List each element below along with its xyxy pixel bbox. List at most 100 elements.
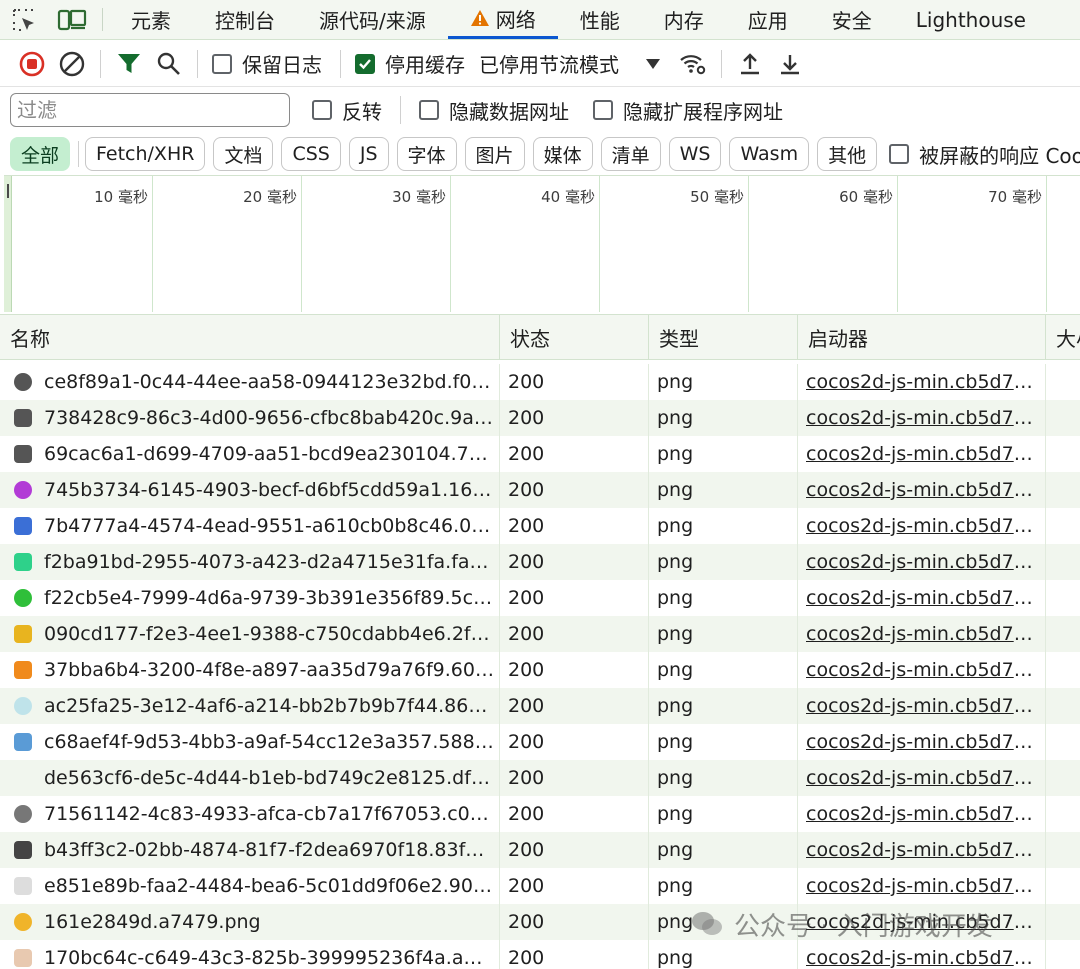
cell-initiator[interactable]: cocos2d-js-min.cb5d7.j... xyxy=(798,472,1046,508)
initiator-link[interactable]: cocos2d-js-min.cb5d7.j... xyxy=(806,443,1038,465)
initiator-link[interactable]: cocos2d-js-min.cb5d7.j... xyxy=(806,767,1038,789)
cell-initiator[interactable]: cocos2d-js-min.cb5d7.j... xyxy=(798,652,1046,688)
cell-name[interactable]: 7b4777a4-4574-4ead-9551-a610cb0b8c46.03b… xyxy=(0,508,500,544)
cell-initiator[interactable]: cocos2d-js-min.cb5d7.j... xyxy=(798,364,1046,400)
initiator-link[interactable]: cocos2d-js-min.cb5d7.j... xyxy=(806,515,1038,537)
table-row[interactable]: e851e89b-faa2-4484-bea6-5c01dd9f06e2.90c… xyxy=(0,868,1080,904)
type-chip-6[interactable]: 图片 xyxy=(464,137,525,171)
table-row[interactable]: f2ba91bd-2955-4073-a423-d2a4715e31fa.fa6… xyxy=(0,544,1080,580)
network-conditions-button[interactable] xyxy=(673,44,713,84)
initiator-link[interactable]: cocos2d-js-min.cb5d7.j... xyxy=(806,947,1038,969)
cell-initiator[interactable]: cocos2d-js-min.cb5d7.j... xyxy=(798,580,1046,616)
preserve-log-checkbox[interactable] xyxy=(212,53,232,74)
cell-initiator[interactable]: cocos2d-js-min.cb5d7.j... xyxy=(798,436,1046,472)
preserve-log-toggle[interactable]: 保留日志 xyxy=(212,49,322,78)
cell-name[interactable]: 090cd177-f2e3-4ee1-9388-c750cdabb4e6.2f4… xyxy=(0,616,500,652)
cell-name[interactable]: 745b3734-6145-4903-becf-d6bf5cdd59a1.165… xyxy=(0,472,500,508)
tab-5[interactable]: 内存 xyxy=(642,0,726,39)
cell-initiator[interactable]: cocos2d-js-min.cb5d7.j... xyxy=(798,724,1046,760)
invert-toggle[interactable]: 反转 xyxy=(312,96,382,125)
throttling-dropdown[interactable] xyxy=(633,44,673,84)
cell-initiator[interactable]: cocos2d-js-min.cb5d7.j... xyxy=(798,508,1046,544)
initiator-link[interactable]: cocos2d-js-min.cb5d7.j... xyxy=(806,803,1038,825)
column-header-status[interactable]: 状态 xyxy=(500,315,649,359)
column-header-size[interactable]: 大小 xyxy=(1046,315,1080,359)
type-chip-1[interactable]: Fetch/XHR xyxy=(85,137,206,171)
type-chip-10[interactable]: Wasm xyxy=(729,137,810,171)
type-chip-11[interactable]: 其他 xyxy=(817,137,878,171)
table-row[interactable]: 7b4777a4-4574-4ead-9551-a610cb0b8c46.03b… xyxy=(0,508,1080,544)
disable-cache-checkbox[interactable] xyxy=(355,53,375,74)
table-row[interactable]: f22cb5e4-7999-4d6a-9739-3b391e356f89.5c1… xyxy=(0,580,1080,616)
initiator-link[interactable]: cocos2d-js-min.cb5d7.j... xyxy=(806,587,1038,609)
table-row[interactable]: 738428c9-86c3-4d00-9656-cfbc8bab420c.9a1… xyxy=(0,400,1080,436)
type-chip-3[interactable]: CSS xyxy=(281,137,341,171)
cell-name[interactable]: b43ff3c2-02bb-4874-81f7-f2dea6970f18.83f… xyxy=(0,832,500,868)
cell-initiator[interactable]: cocos2d-js-min.cb5d7.j... xyxy=(798,688,1046,724)
import-har-button[interactable] xyxy=(730,44,770,84)
type-chip-8[interactable]: 清单 xyxy=(600,137,661,171)
table-row[interactable]: 37bba6b4-3200-4f8e-a897-aa35d79a76f9.60a… xyxy=(0,652,1080,688)
tab-6[interactable]: 应用 xyxy=(726,0,810,39)
initiator-link[interactable]: cocos2d-js-min.cb5d7.j... xyxy=(806,731,1038,753)
table-row[interactable]: 71561142-4c83-4933-afca-cb7a17f67053.c06… xyxy=(0,796,1080,832)
column-header-initiator[interactable]: 启动器 xyxy=(798,315,1046,359)
hide-extension-urls-toggle[interactable]: 隐藏扩展程序网址 xyxy=(593,96,783,125)
cell-initiator[interactable]: cocos2d-js-min.cb5d7.j... xyxy=(798,868,1046,904)
cell-name[interactable]: ce8f89a1-0c44-44ee-aa58-0944123e32bd.f02… xyxy=(0,364,500,400)
initiator-link[interactable]: cocos2d-js-min.cb5d7.j... xyxy=(806,623,1038,645)
search-button[interactable] xyxy=(149,44,189,84)
record-button[interactable] xyxy=(12,44,52,84)
cell-name[interactable]: 170bc64c-c649-43c3-825b-399995236f4a.a2a… xyxy=(0,940,500,969)
initiator-link[interactable]: cocos2d-js-min.cb5d7.j... xyxy=(806,839,1038,861)
table-row[interactable]: de563cf6-de5c-4d44-b1eb-bd749c2e8125.df0… xyxy=(0,760,1080,796)
type-chip-7[interactable]: 媒体 xyxy=(532,137,593,171)
table-row[interactable]: 69cac6a1-d699-4709-aa51-bcd9ea230104.792… xyxy=(0,436,1080,472)
invert-checkbox[interactable] xyxy=(312,100,332,120)
cell-name[interactable]: 738428c9-86c3-4d00-9656-cfbc8bab420c.9a1… xyxy=(0,400,500,436)
export-har-button[interactable] xyxy=(770,44,810,84)
cell-name[interactable]: 37bba6b4-3200-4f8e-a897-aa35d79a76f9.60a… xyxy=(0,652,500,688)
cell-initiator[interactable]: cocos2d-js-min.cb5d7.j... xyxy=(798,616,1046,652)
cell-name[interactable]: 69cac6a1-d699-4709-aa51-bcd9ea230104.792… xyxy=(0,436,500,472)
hide-extension-urls-checkbox[interactable] xyxy=(593,100,613,120)
cell-initiator[interactable]: cocos2d-js-min.cb5d7.j... xyxy=(798,796,1046,832)
tab-1[interactable]: 控制台 xyxy=(193,0,297,39)
cell-name[interactable]: f22cb5e4-7999-4d6a-9739-3b391e356f89.5c1… xyxy=(0,580,500,616)
initiator-link[interactable]: cocos2d-js-min.cb5d7.j... xyxy=(806,551,1038,573)
timeline-overview[interactable]: 10 毫秒 20 毫秒 30 毫秒 40 毫秒 50 毫秒 60 毫秒 70 毫秒 xyxy=(4,175,1080,313)
filter-toggle-button[interactable] xyxy=(109,44,149,84)
tab-7[interactable]: 安全 xyxy=(810,0,894,39)
blocked-cookies-toggle[interactable]: 被屏蔽的响应 Cookie xyxy=(889,140,1080,169)
initiator-link[interactable]: cocos2d-js-min.cb5d7.j... xyxy=(806,695,1038,717)
cell-initiator[interactable]: cocos2d-js-min.cb5d7.j... xyxy=(798,760,1046,796)
table-row[interactable]: b43ff3c2-02bb-4874-81f7-f2dea6970f18.83f… xyxy=(0,832,1080,868)
hide-data-urls-checkbox[interactable] xyxy=(419,100,439,120)
column-header-type[interactable]: 类型 xyxy=(649,315,798,359)
hide-data-urls-toggle[interactable]: 隐藏数据网址 xyxy=(419,96,569,125)
cell-name[interactable]: de563cf6-de5c-4d44-b1eb-bd749c2e8125.df0… xyxy=(0,760,500,796)
tab-8[interactable]: Lighthouse xyxy=(894,0,1048,39)
type-chip-5[interactable]: 字体 xyxy=(396,137,457,171)
cell-name[interactable]: 71561142-4c83-4933-afca-cb7a17f67053.c06… xyxy=(0,796,500,832)
table-row[interactable]: c68aef4f-9d53-4bb3-a9af-54cc12e3a357.588… xyxy=(0,724,1080,760)
initiator-link[interactable]: cocos2d-js-min.cb5d7.j... xyxy=(806,479,1038,501)
cell-name[interactable]: f2ba91bd-2955-4073-a423-d2a4715e31fa.fa6… xyxy=(0,544,500,580)
table-row[interactable]: 745b3734-6145-4903-becf-d6bf5cdd59a1.165… xyxy=(0,472,1080,508)
initiator-link[interactable]: cocos2d-js-min.cb5d7.j... xyxy=(806,659,1038,681)
initiator-link[interactable]: cocos2d-js-min.cb5d7.j... xyxy=(806,371,1038,393)
cell-initiator[interactable]: cocos2d-js-min.cb5d7.j... xyxy=(798,400,1046,436)
initiator-link[interactable]: cocos2d-js-min.cb5d7.j... xyxy=(806,407,1038,429)
tab-2[interactable]: 源代码/来源 xyxy=(297,0,448,39)
throttling-select[interactable]: 已停用节流模式 xyxy=(479,49,619,78)
blocked-cookies-checkbox[interactable] xyxy=(889,144,910,164)
clear-button[interactable] xyxy=(52,44,92,84)
table-row[interactable]: 090cd177-f2e3-4ee1-9388-c750cdabb4e6.2f4… xyxy=(0,616,1080,652)
device-toolbar-button[interactable] xyxy=(48,0,96,39)
cell-name[interactable]: ac25fa25-3e12-4af6-a214-bb2b7b9b7f44.861… xyxy=(0,688,500,724)
inspect-element-button[interactable] xyxy=(0,0,48,39)
disable-cache-toggle[interactable]: 停用缓存 xyxy=(355,49,465,78)
cell-initiator[interactable]: cocos2d-js-min.cb5d7.j... xyxy=(798,544,1046,580)
cell-name[interactable]: e851e89b-faa2-4484-bea6-5c01dd9f06e2.90c… xyxy=(0,868,500,904)
filter-input[interactable] xyxy=(10,93,290,127)
